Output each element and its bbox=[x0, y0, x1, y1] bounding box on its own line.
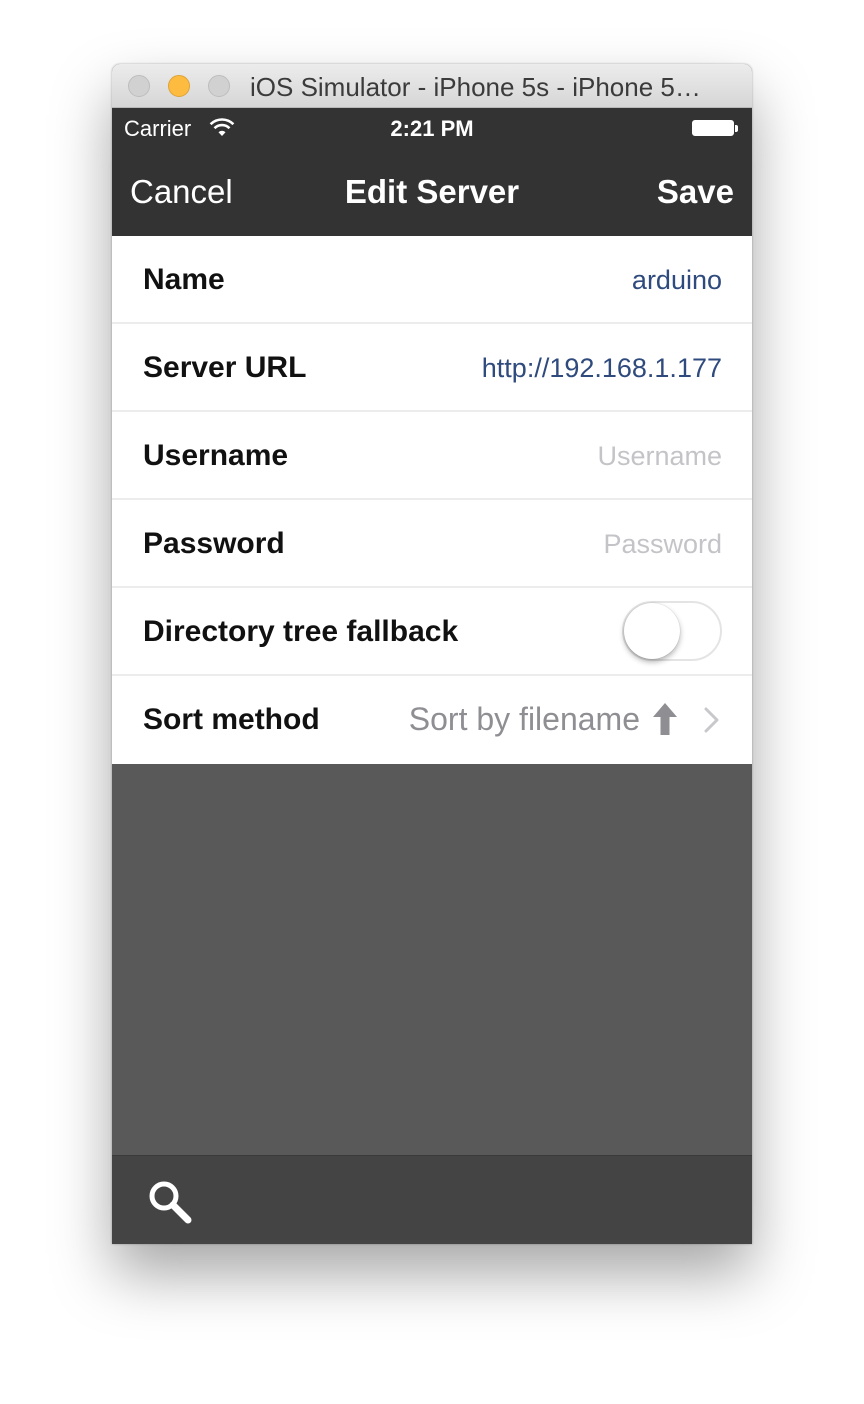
name-row: Name bbox=[112, 236, 752, 324]
sort-method-row[interactable]: Sort method Sort by filename bbox=[112, 676, 752, 764]
status-time: 2:21 PM bbox=[390, 116, 474, 141]
server-url-row: Server URL bbox=[112, 324, 752, 412]
name-label: Name bbox=[143, 263, 225, 296]
window-title: iOS Simulator - iPhone 5s - iPhone 5… bbox=[250, 73, 701, 101]
save-button[interactable]: Save bbox=[657, 174, 734, 210]
username-label: Username bbox=[143, 439, 289, 472]
navigation-bar: Cancel Edit Server Save bbox=[112, 148, 752, 236]
toggle-knob bbox=[624, 603, 680, 659]
window-titlebar[interactable]: iOS Simulator - iPhone 5s - iPhone 5… bbox=[112, 64, 752, 108]
battery-icon bbox=[692, 120, 734, 136]
window-minimize-button[interactable] bbox=[168, 75, 190, 97]
sort-method-label: Sort method bbox=[143, 703, 320, 736]
directory-tree-fallback-toggle[interactable] bbox=[622, 601, 722, 661]
window-close-button[interactable] bbox=[128, 75, 150, 97]
username-field[interactable] bbox=[422, 434, 722, 478]
search-icon[interactable] bbox=[146, 1178, 194, 1226]
sort-method-value: Sort by filename bbox=[408, 701, 640, 737]
chevron-right-icon bbox=[704, 707, 719, 733]
arrow-up-icon bbox=[653, 703, 677, 735]
server-url-label: Server URL bbox=[143, 351, 307, 384]
battery-tip bbox=[735, 125, 738, 132]
cancel-button[interactable]: Cancel bbox=[130, 174, 233, 210]
name-field[interactable] bbox=[422, 258, 722, 302]
bottom-toolbar bbox=[112, 1155, 752, 1244]
directory-tree-fallback-row: Directory tree fallback bbox=[112, 588, 752, 676]
password-field[interactable] bbox=[422, 522, 722, 566]
username-row: Username bbox=[112, 412, 752, 500]
phone-screen: Carrier 2:21 PM Cancel Edit Server Save … bbox=[112, 108, 752, 1244]
status-bar: Carrier 2:21 PM bbox=[112, 108, 752, 148]
server-url-field[interactable] bbox=[422, 346, 722, 390]
window-zoom-button[interactable] bbox=[208, 75, 230, 97]
password-label: Password bbox=[143, 527, 285, 560]
password-row: Password bbox=[112, 500, 752, 588]
simulator-window: iOS Simulator - iPhone 5s - iPhone 5… Ca… bbox=[112, 64, 752, 1244]
server-form: Name Server URL Username Password Direct… bbox=[112, 236, 752, 764]
directory-tree-fallback-label: Directory tree fallback bbox=[143, 615, 459, 648]
